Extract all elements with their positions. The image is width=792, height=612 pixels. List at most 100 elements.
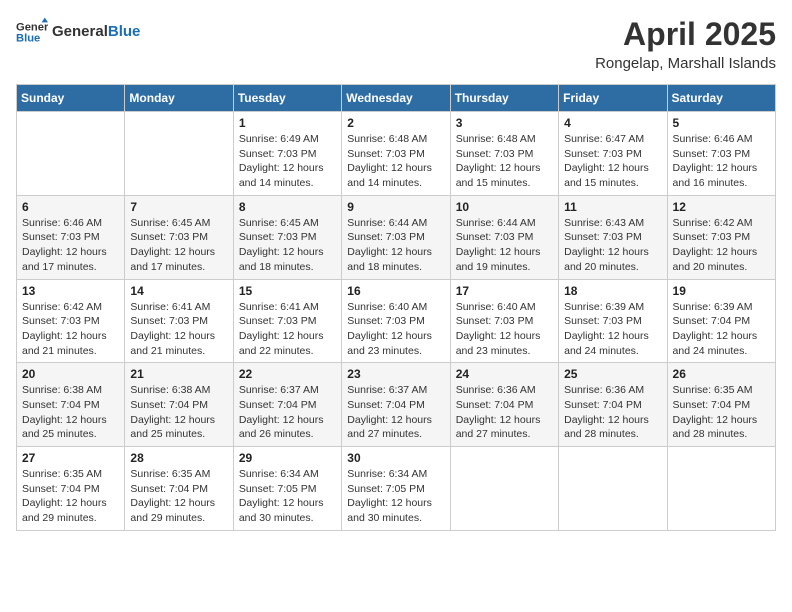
day-detail: Sunrise: 6:47 AM Sunset: 7:03 PM Dayligh… xyxy=(564,132,661,191)
day-detail: Sunrise: 6:40 AM Sunset: 7:03 PM Dayligh… xyxy=(347,300,444,359)
calendar-cell xyxy=(559,447,667,531)
day-number: 17 xyxy=(456,284,553,298)
calendar-cell: 17 Sunrise: 6:40 AM Sunset: 7:03 PM Dayli… xyxy=(450,279,558,363)
day-detail: Sunrise: 6:35 AM Sunset: 7:04 PM Dayligh… xyxy=(673,383,770,442)
day-detail: Sunrise: 6:48 AM Sunset: 7:03 PM Dayligh… xyxy=(347,132,444,191)
weekday-header: Monday xyxy=(125,85,233,112)
calendar-body: 1 Sunrise: 6:49 AM Sunset: 7:03 PM Daylig… xyxy=(17,112,776,531)
calendar-cell: 5Sunrise: 6:46 AM Sunset: 7:03 PM Daylig… xyxy=(667,112,775,196)
svg-text:Blue: Blue xyxy=(16,33,40,45)
calendar-cell: 9Sunrise: 6:44 AM Sunset: 7:03 PM Daylig… xyxy=(342,195,450,279)
calendar-cell: 11Sunrise: 6:43 AM Sunset: 7:03 PM Dayli… xyxy=(559,195,667,279)
day-number: 26 xyxy=(673,367,770,381)
day-detail: Sunrise: 6:40 AM Sunset: 7:03 PM Dayligh… xyxy=(456,300,553,359)
calendar-cell: 8 Sunrise: 6:45 AM Sunset: 7:03 PM Daylig… xyxy=(233,195,341,279)
day-detail: Sunrise: 6:36 AM Sunset: 7:04 PM Dayligh… xyxy=(456,383,553,442)
page-header: General Blue GeneralBlue April 2025 Rong… xyxy=(16,16,776,72)
day-detail: Sunrise: 6:46 AM Sunset: 7:03 PM Dayligh… xyxy=(673,132,770,191)
day-number: 7 xyxy=(130,200,227,214)
calendar-cell: 13 Sunrise: 6:42 AM Sunset: 7:03 PM Dayli… xyxy=(17,279,125,363)
weekday-header: Saturday xyxy=(667,85,775,112)
day-number: 20 xyxy=(22,367,119,381)
calendar-cell: 26 Sunrise: 6:35 AM Sunset: 7:04 PM Dayli… xyxy=(667,363,775,447)
calendar-cell: 2Sunrise: 6:48 AM Sunset: 7:03 PM Daylig… xyxy=(342,112,450,196)
day-number: 21 xyxy=(130,367,227,381)
logo-text: GeneralBlue xyxy=(52,24,140,41)
day-number: 22 xyxy=(239,367,336,381)
weekday-header: Sunday xyxy=(17,85,125,112)
day-number: 4 xyxy=(564,116,661,130)
calendar-week-row: 20 Sunrise: 6:38 AM Sunset: 7:04 PM Dayli… xyxy=(17,363,776,447)
day-number: 28 xyxy=(130,451,227,465)
calendar-cell: 12 Sunrise: 6:42 AM Sunset: 7:03 PM Dayli… xyxy=(667,195,775,279)
calendar-cell: 19 Sunrise: 6:39 AM Sunset: 7:04 PM Dayli… xyxy=(667,279,775,363)
day-detail: Sunrise: 6:38 AM Sunset: 7:04 PM Dayligh… xyxy=(22,383,119,442)
day-detail: Sunrise: 6:43 AM Sunset: 7:03 PM Dayligh… xyxy=(564,216,661,275)
day-number: 16 xyxy=(347,284,444,298)
day-number: 3 xyxy=(456,116,553,130)
calendar-cell: 22 Sunrise: 6:37 AM Sunset: 7:04 PM Dayli… xyxy=(233,363,341,447)
day-detail: Sunrise: 6:41 AM Sunset: 7:03 PM Dayligh… xyxy=(130,300,227,359)
calendar-cell: 6 Sunrise: 6:46 AM Sunset: 7:03 PM Daylig… xyxy=(17,195,125,279)
calendar-cell: 27 Sunrise: 6:35 AM Sunset: 7:04 PM Dayli… xyxy=(17,447,125,531)
day-number: 12 xyxy=(673,200,770,214)
calendar-cell: 29Sunrise: 6:34 AM Sunset: 7:05 PM Dayli… xyxy=(233,447,341,531)
location: Rongelap, Marshall Islands xyxy=(595,55,776,72)
day-detail: Sunrise: 6:44 AM Sunset: 7:03 PM Dayligh… xyxy=(456,216,553,275)
day-detail: Sunrise: 6:45 AM Sunset: 7:03 PM Dayligh… xyxy=(239,216,336,275)
calendar-cell: 30Sunrise: 6:34 AM Sunset: 7:05 PM Dayli… xyxy=(342,447,450,531)
day-detail: Sunrise: 6:48 AM Sunset: 7:03 PM Dayligh… xyxy=(456,132,553,191)
calendar-cell: 7 Sunrise: 6:45 AM Sunset: 7:03 PM Daylig… xyxy=(125,195,233,279)
day-detail: Sunrise: 6:49 AM Sunset: 7:03 PM Dayligh… xyxy=(239,132,336,191)
day-number: 8 xyxy=(239,200,336,214)
day-detail: Sunrise: 6:37 AM Sunset: 7:04 PM Dayligh… xyxy=(239,383,336,442)
calendar-cell: 15 Sunrise: 6:41 AM Sunset: 7:03 PM Dayli… xyxy=(233,279,341,363)
weekday-header: Tuesday xyxy=(233,85,341,112)
day-detail: Sunrise: 6:34 AM Sunset: 7:05 PM Dayligh… xyxy=(239,467,336,526)
day-number: 19 xyxy=(673,284,770,298)
weekday-header: Friday xyxy=(559,85,667,112)
day-number: 1 xyxy=(239,116,336,130)
day-detail: Sunrise: 6:39 AM Sunset: 7:04 PM Dayligh… xyxy=(673,300,770,359)
logo: General Blue GeneralBlue xyxy=(16,16,140,48)
day-number: 6 xyxy=(22,200,119,214)
calendar-week-row: 1 Sunrise: 6:49 AM Sunset: 7:03 PM Daylig… xyxy=(17,112,776,196)
day-number: 14 xyxy=(130,284,227,298)
day-detail: Sunrise: 6:39 AM Sunset: 7:03 PM Dayligh… xyxy=(564,300,661,359)
day-number: 24 xyxy=(456,367,553,381)
calendar-cell: 4 Sunrise: 6:47 AM Sunset: 7:03 PM Daylig… xyxy=(559,112,667,196)
calendar-cell xyxy=(17,112,125,196)
weekday-header: Thursday xyxy=(450,85,558,112)
calendar-week-row: 27 Sunrise: 6:35 AM Sunset: 7:04 PM Dayli… xyxy=(17,447,776,531)
day-detail: Sunrise: 6:38 AM Sunset: 7:04 PM Dayligh… xyxy=(130,383,227,442)
day-detail: Sunrise: 6:46 AM Sunset: 7:03 PM Dayligh… xyxy=(22,216,119,275)
header-row: SundayMondayTuesdayWednesdayThursdayFrid… xyxy=(17,85,776,112)
day-number: 23 xyxy=(347,367,444,381)
calendar-cell: 18 Sunrise: 6:39 AM Sunset: 7:03 PM Dayli… xyxy=(559,279,667,363)
day-detail: Sunrise: 6:35 AM Sunset: 7:04 PM Dayligh… xyxy=(22,467,119,526)
day-detail: Sunrise: 6:42 AM Sunset: 7:03 PM Dayligh… xyxy=(673,216,770,275)
day-detail: Sunrise: 6:45 AM Sunset: 7:03 PM Dayligh… xyxy=(130,216,227,275)
calendar-cell: 3 Sunrise: 6:48 AM Sunset: 7:03 PM Daylig… xyxy=(450,112,558,196)
weekday-header: Wednesday xyxy=(342,85,450,112)
calendar-cell xyxy=(125,112,233,196)
month-title: April 2025 xyxy=(595,16,776,53)
day-number: 13 xyxy=(22,284,119,298)
svg-text:General: General xyxy=(16,21,48,33)
calendar-cell: 20 Sunrise: 6:38 AM Sunset: 7:04 PM Dayli… xyxy=(17,363,125,447)
day-number: 10 xyxy=(456,200,553,214)
logo-icon: General Blue xyxy=(16,16,48,48)
day-detail: Sunrise: 6:34 AM Sunset: 7:05 PM Dayligh… xyxy=(347,467,444,526)
day-detail: Sunrise: 6:35 AM Sunset: 7:04 PM Dayligh… xyxy=(130,467,227,526)
calendar-header: SundayMondayTuesdayWednesdayThursdayFrid… xyxy=(17,85,776,112)
day-detail: Sunrise: 6:42 AM Sunset: 7:03 PM Dayligh… xyxy=(22,300,119,359)
day-number: 18 xyxy=(564,284,661,298)
calendar-cell: 16 Sunrise: 6:40 AM Sunset: 7:03 PM Dayli… xyxy=(342,279,450,363)
day-number: 27 xyxy=(22,451,119,465)
day-detail: Sunrise: 6:41 AM Sunset: 7:03 PM Dayligh… xyxy=(239,300,336,359)
calendar-cell: 1 Sunrise: 6:49 AM Sunset: 7:03 PM Daylig… xyxy=(233,112,341,196)
calendar-cell xyxy=(450,447,558,531)
calendar-cell xyxy=(667,447,775,531)
day-number: 15 xyxy=(239,284,336,298)
day-detail: Sunrise: 6:44 AM Sunset: 7:03 PM Dayligh… xyxy=(347,216,444,275)
